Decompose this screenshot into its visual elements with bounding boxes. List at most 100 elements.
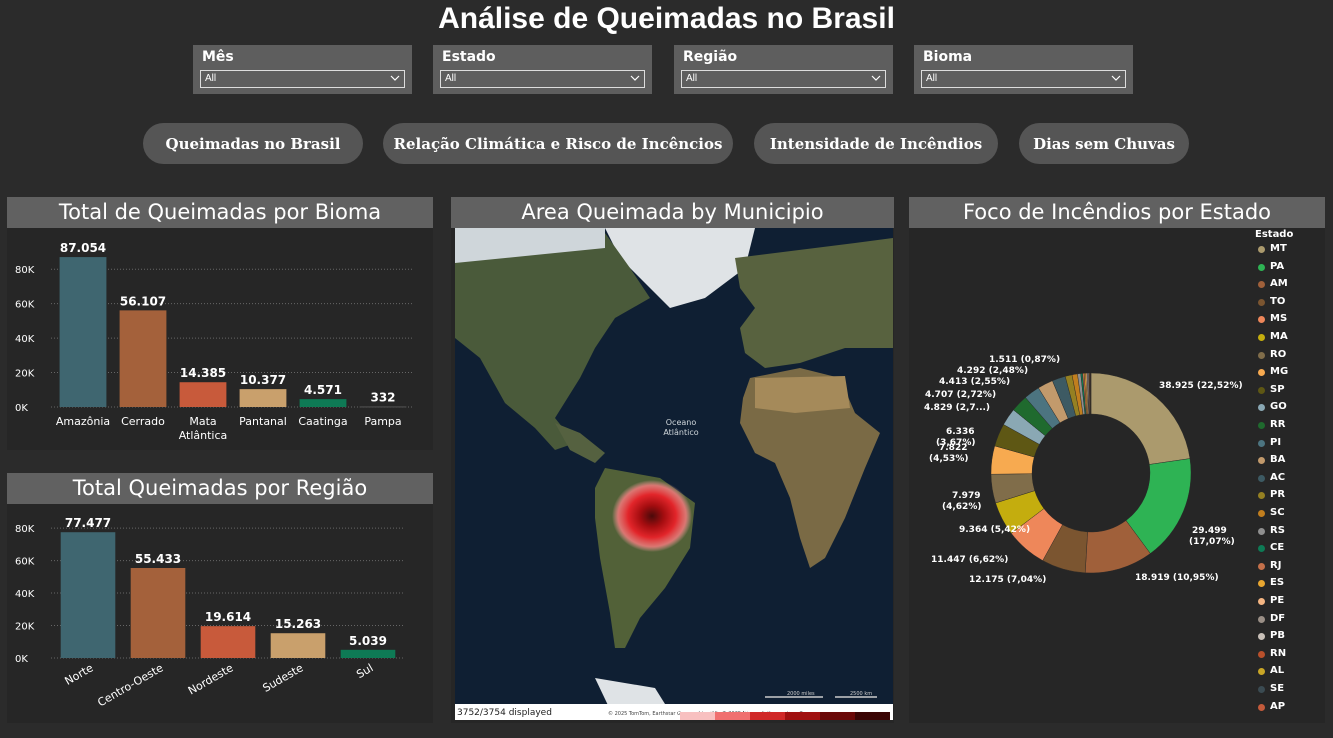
legend-label: PA [1270, 260, 1285, 272]
bar-data-label: 332 [370, 390, 395, 404]
bar-data-label: 56.107 [120, 294, 166, 308]
legend-item-sp[interactable]: SP [1258, 383, 1285, 395]
bar[interactable] [200, 626, 256, 658]
ocean-label-2: Atlântico [663, 428, 698, 437]
legend-item-mg[interactable]: MG [1258, 366, 1289, 378]
legend-marker [1258, 703, 1265, 711]
legend-label: SP [1270, 383, 1285, 395]
gradient-label: 20.0M [745, 705, 770, 714]
bar[interactable] [119, 310, 167, 407]
month-filter-label: Mês [202, 49, 234, 65]
x-tick-label: Centro-Oeste [95, 661, 165, 709]
month-filter[interactable]: Mês All [193, 45, 412, 94]
sahara-shape [755, 376, 850, 413]
bar[interactable] [270, 633, 326, 658]
regiao-bar-chart: 0K 20K 40K 60K 80K 77.477 Norte 55.433 Centro-Oe… [15, 516, 403, 709]
legend-item-ro[interactable]: RO [1258, 349, 1286, 360]
bar[interactable] [359, 406, 407, 408]
biome-filter-dropdown[interactable]: All [921, 70, 1126, 88]
legend-item-am[interactable]: AM [1258, 278, 1288, 289]
legend-label: CE [1270, 542, 1285, 554]
bar[interactable] [299, 399, 347, 407]
nav-queimadas-button[interactable]: Queimadas no Brasil [143, 123, 363, 164]
burned-area-map[interactable]: Oceano Atlântico 3752/3754 displayed © 2… [455, 228, 893, 720]
legend-item-rr[interactable]: RR [1258, 419, 1286, 430]
legend-item-ap[interactable]: AP [1258, 700, 1286, 712]
nav-dias-sem-chuvas-button[interactable]: Dias sem Chuvas [1019, 123, 1189, 164]
bioma-bar-chart: 0K 20K 40K 60K 80K 87.054 Amazônia 56.107 Cerrad… [15, 241, 413, 442]
legend-item-rs[interactable]: RS [1258, 525, 1285, 536]
legend-item-df[interactable]: DF [1258, 613, 1285, 624]
legend-label: AP [1270, 700, 1286, 712]
legend-item-ac[interactable]: AC [1258, 472, 1285, 483]
legend-item-pi[interactable]: PI [1258, 436, 1282, 448]
region-filter-dropdown[interactable]: All [681, 70, 886, 88]
legend-item-sc[interactable]: SC [1258, 507, 1285, 518]
bar[interactable] [59, 257, 107, 407]
legend-item-ce[interactable]: CE [1258, 542, 1285, 554]
region-filter[interactable]: Região All [674, 45, 893, 94]
legend-item-ba[interactable]: BA [1258, 454, 1285, 465]
legend-label: MG [1270, 366, 1289, 378]
x-tick-label: Cerrado [121, 415, 165, 428]
bioma-panel-title: Total de Queimadas por Bioma [7, 197, 433, 228]
gradient-label: 1.00M [667, 705, 692, 714]
legend-marker [1258, 351, 1265, 359]
legend-marker [1258, 298, 1265, 306]
state-filter-dropdown[interactable]: All [440, 70, 645, 88]
legend-item-pa[interactable]: PA [1258, 260, 1285, 272]
legend-item-al[interactable]: AL [1258, 665, 1285, 677]
map-panel-title: Area Queimada by Municipio [451, 197, 894, 228]
x-tick-label: Nordeste [186, 661, 236, 697]
legend-item-rn[interactable]: RN [1258, 648, 1286, 659]
legend-label: PE [1270, 595, 1285, 606]
bar[interactable] [340, 649, 396, 658]
nav-intensidade-button[interactable]: Intensidade de Incêndios [754, 123, 998, 164]
legend-item-es[interactable]: ES [1258, 577, 1284, 588]
bar-data-label: 4.571 [304, 383, 342, 397]
chevron-down-icon [630, 75, 640, 81]
bar[interactable] [60, 532, 116, 658]
legend-item-ma[interactable]: MA [1258, 331, 1288, 342]
regiao-panel: Total Queimadas por Região 0K 20K 40K 60K 80… [7, 473, 433, 723]
bioma-panel: Total de Queimadas por Bioma 0K 20K 40K 60K… [7, 197, 433, 450]
legend-item-se[interactable]: SE [1258, 683, 1284, 694]
bar-data-label: 77.477 [65, 516, 111, 530]
legend-marker [1258, 510, 1265, 517]
state-filter[interactable]: Estado All [433, 45, 652, 94]
x-tick-label: Pampa [364, 415, 401, 428]
estado-panel-title: Foco de Incêndios por Estado [909, 197, 1325, 228]
gradient-label: 28.0M [783, 705, 808, 714]
slice-label: 7.979 (4,62%) [942, 491, 981, 512]
legend-item-pb[interactable]: PB [1258, 630, 1285, 641]
legend-item-to[interactable]: TO [1258, 296, 1285, 307]
biome-filter[interactable]: Bioma All [914, 45, 1133, 94]
slice-label: 38.925 (22,52%) [1159, 381, 1243, 391]
legend-item-pe[interactable]: PE [1258, 595, 1285, 606]
legend-item-go[interactable]: GO [1258, 401, 1287, 412]
legend-marker [1258, 686, 1265, 693]
scale-label-miles: 2000 miles [787, 691, 815, 697]
legend-item-pr[interactable]: PR [1258, 489, 1285, 500]
legend-item-ms[interactable]: MS [1258, 313, 1288, 325]
month-filter-dropdown[interactable]: All [200, 70, 405, 88]
y-tick-label: 60K [15, 557, 35, 568]
slice-label: 29.499 (17,07%) [1189, 526, 1235, 547]
bar[interactable] [130, 568, 186, 658]
biome-filter-value: All [926, 73, 938, 84]
map-displayed-count: 3752/3754 displayed [457, 708, 552, 718]
bar[interactable] [179, 382, 227, 407]
legend-label: MS [1270, 313, 1288, 325]
legend-item-mt[interactable]: MT [1258, 243, 1287, 254]
slice-label: 12.175 (7,04%) [969, 575, 1046, 585]
legend-label: RR [1270, 419, 1286, 430]
world-map-image: Oceano Atlântico 3752/3754 displayed © 2… [455, 228, 893, 720]
legend-label: AL [1270, 665, 1285, 677]
legend-label: PI [1270, 436, 1282, 448]
state-filter-value: All [445, 73, 457, 84]
bar-data-label: 87.054 [60, 241, 106, 255]
nav-relacao-climatica-button[interactable]: Relação Climática e Risco de Incêncios [383, 123, 733, 164]
legend-item-rj[interactable]: RJ [1258, 560, 1281, 571]
bar[interactable] [239, 389, 287, 407]
slice-label: 9.364 (5,42%) [959, 525, 1030, 535]
